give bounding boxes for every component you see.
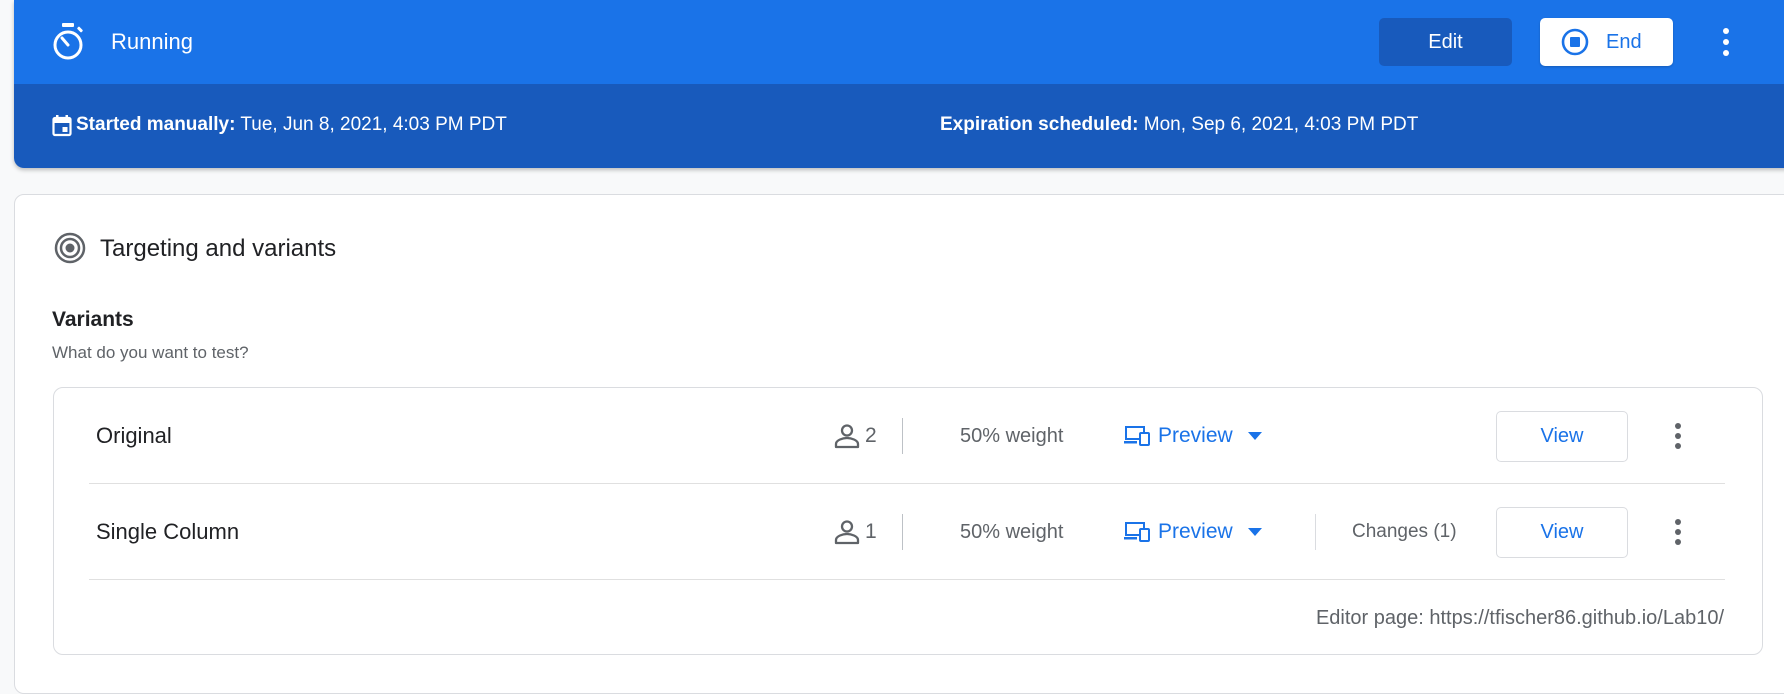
variant-name: Original (96, 423, 172, 448)
editor-page-url: Editor page: https://tfischer86.github.i… (1315, 607, 1724, 629)
preview-label: Preview (1158, 424, 1233, 447)
view-button[interactable]: View (1496, 411, 1628, 462)
expiration-info: Expiration scheduled: Mon, Sep 6, 2021, … (940, 112, 1418, 138)
divider (1315, 514, 1316, 550)
target-icon (54, 232, 86, 264)
preview-label: Preview (1158, 520, 1233, 543)
status-bar (14, 0, 1784, 84)
variant-weight: 50% weight (960, 425, 1064, 447)
expiration-value: Mon, Sep 6, 2021, 4:03 PM PDT (1143, 114, 1419, 135)
divider (902, 514, 903, 550)
status-label: Running (111, 29, 193, 54)
end-button[interactable]: End (1540, 18, 1673, 66)
changes-link[interactable]: Changes (1) (1352, 518, 1457, 546)
visitor-count: 2 (865, 424, 877, 447)
preview-dropdown[interactable]: Preview (1124, 514, 1263, 550)
variant-name: Single Column (96, 519, 240, 544)
timer-icon (53, 23, 83, 60)
end-button-label: End (1606, 30, 1642, 53)
section-title: Targeting and variants (100, 235, 337, 262)
row-divider (89, 579, 1725, 580)
person-icon (834, 424, 860, 449)
edit-button[interactable]: Edit (1379, 18, 1512, 66)
view-button[interactable]: View (1496, 507, 1628, 558)
devices-icon (1124, 426, 1150, 446)
row-divider (89, 483, 1725, 484)
more-vert-icon[interactable] (1669, 516, 1687, 548)
experiment-status-banner: Running Edit End Started manually: Tue, … (14, 0, 1784, 168)
expiration-label: Expiration scheduled: (940, 114, 1139, 135)
more-vert-icon[interactable] (1669, 420, 1687, 452)
devices-icon (1124, 522, 1150, 542)
preview-dropdown[interactable]: Preview (1124, 418, 1263, 454)
more-vert-icon[interactable] (1716, 24, 1736, 60)
arrow-drop-down-icon (1247, 528, 1262, 536)
started-label: Started manually: (76, 114, 236, 135)
arrow-drop-down-icon (1247, 432, 1262, 440)
visitor-count: 1 (865, 520, 877, 543)
stop-circle-icon (1561, 28, 1589, 56)
variants-heading: Variants (52, 308, 134, 331)
variant-weight: 50% weight (960, 521, 1064, 543)
calendar-icon (52, 115, 72, 137)
started-info: Started manually: Tue, Jun 8, 2021, 4:03… (76, 112, 507, 138)
person-icon (834, 520, 860, 545)
variants-subtitle: What do you want to test? (52, 343, 249, 362)
started-value: Tue, Jun 8, 2021, 4:03 PM PDT (240, 114, 507, 135)
divider (902, 418, 903, 454)
